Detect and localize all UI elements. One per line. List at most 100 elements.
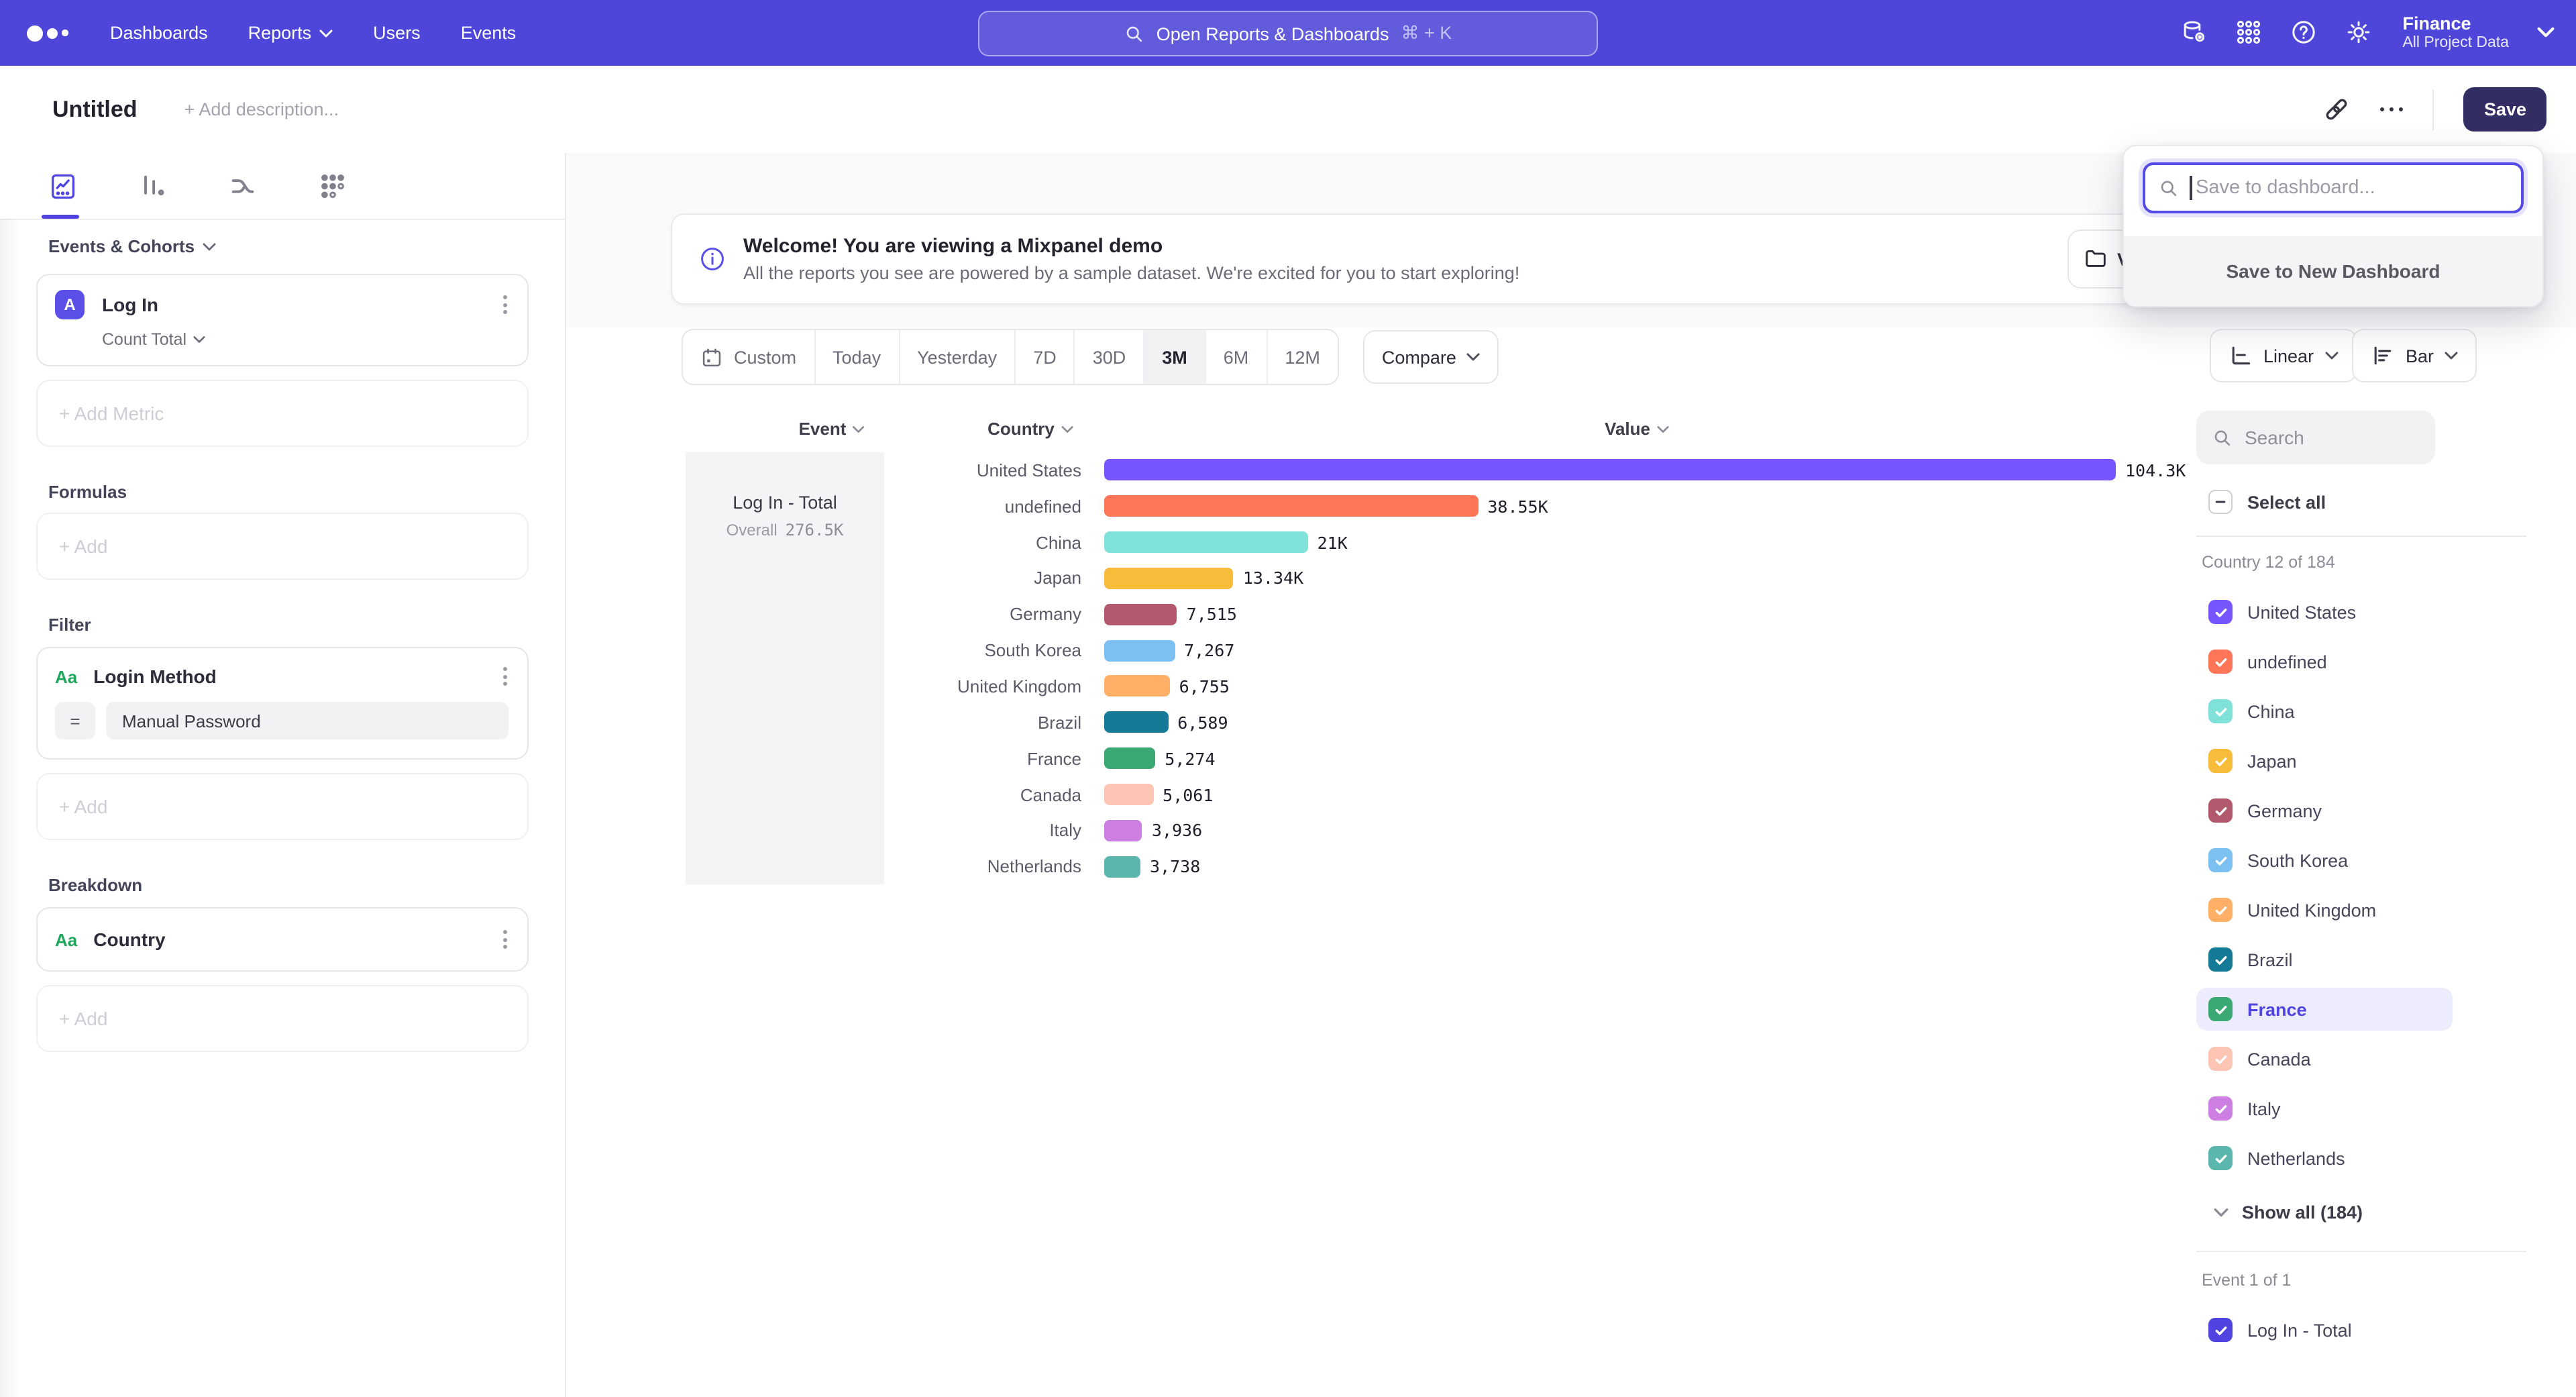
events-cohorts-heading[interactable]: Events & Cohorts	[48, 236, 565, 256]
legend-item-france[interactable]: France	[2196, 988, 2453, 1031]
breakdown-card[interactable]: Aa Country	[36, 907, 529, 972]
add-description[interactable]: + Add description...	[184, 99, 339, 119]
filter-value[interactable]: Manual Password	[106, 702, 508, 739]
date-range-6m[interactable]: 6M	[1206, 330, 1268, 384]
nav-reports[interactable]: Reports	[248, 23, 333, 43]
settings-gear-icon[interactable]	[2345, 19, 2371, 46]
series-checkbox[interactable]	[2208, 749, 2233, 773]
legend-item-undefined[interactable]: undefined	[2196, 640, 2453, 683]
legend-item-germany[interactable]: Germany	[2196, 789, 2453, 832]
date-range-custom[interactable]: Custom	[683, 330, 815, 384]
legend-item-netherlands[interactable]: Netherlands	[2196, 1137, 2453, 1180]
legend-item-log-in-total[interactable]: Log In - Total	[2196, 1308, 2453, 1351]
save-to-new-dashboard-button[interactable]: Save to New Dashboard	[2124, 236, 2542, 306]
bar-united-states[interactable]	[1104, 460, 2116, 481]
help-icon[interactable]	[2290, 19, 2316, 46]
legend-item-brazil[interactable]: Brazil	[2196, 938, 2453, 981]
copy-link-icon[interactable]	[2322, 95, 2351, 123]
bar-france[interactable]	[1104, 747, 1155, 769]
series-checkbox[interactable]	[2208, 848, 2233, 872]
legend-item-label: China	[2247, 701, 2295, 721]
date-range-30d[interactable]: 30D	[1075, 330, 1145, 384]
chart-type-button[interactable]: Bar	[2352, 329, 2477, 382]
bar-canada[interactable]	[1104, 784, 1153, 805]
nav-events[interactable]: Events	[461, 23, 517, 43]
chart-bar-row: Germany 7,515	[885, 597, 2361, 633]
add-metric-button[interactable]: + Add Metric	[36, 380, 529, 447]
bar-netherlands[interactable]	[1104, 856, 1140, 877]
tab-retention-icon[interactable]	[318, 171, 347, 201]
filter-property-name[interactable]: Login Method	[93, 666, 217, 687]
series-checkbox[interactable]	[2208, 1146, 2233, 1170]
breakdown-kebab-icon[interactable]	[500, 927, 510, 951]
column-header-event[interactable]: Event	[799, 419, 865, 439]
series-checkbox[interactable]	[2208, 1047, 2233, 1071]
report-title[interactable]: Untitled	[52, 96, 138, 123]
apps-grid-icon[interactable]	[2235, 19, 2261, 46]
metric-kebab-icon[interactable]	[500, 293, 510, 317]
tab-flows-icon[interactable]	[228, 171, 258, 201]
legend-search-input[interactable]: Search	[2196, 411, 2435, 464]
legend-item-united-kingdom[interactable]: United Kingdom	[2196, 888, 2453, 931]
legend-item-south-korea[interactable]: South Korea	[2196, 839, 2453, 882]
nav-users[interactable]: Users	[373, 23, 421, 43]
date-range-today[interactable]: Today	[815, 330, 900, 384]
check-icon	[2213, 605, 2228, 619]
filter-kebab-icon[interactable]	[500, 664, 510, 688]
breakdown-property-name[interactable]: Country	[93, 929, 165, 950]
filter-card[interactable]: Aa Login Method = Manual Password	[36, 647, 529, 760]
value-scale-button[interactable]: Linear	[2210, 329, 2357, 382]
bar-germany[interactable]	[1104, 604, 1177, 625]
legend-item-china[interactable]: China	[2196, 690, 2453, 733]
legend-item-canada[interactable]: Canada	[2196, 1037, 2453, 1080]
add-formula-button[interactable]: + Add	[36, 513, 529, 580]
series-checkbox[interactable]	[2208, 798, 2233, 823]
series-checkbox[interactable]	[2208, 650, 2233, 674]
date-range-yesterday[interactable]: Yesterday	[900, 330, 1016, 384]
date-range-12m[interactable]: 12M	[1267, 330, 1338, 384]
bar-japan[interactable]	[1104, 568, 1234, 589]
column-header-country[interactable]: Country	[987, 419, 1073, 439]
check-icon	[2213, 754, 2228, 768]
bar-undefined[interactable]	[1104, 496, 1478, 517]
compare-button[interactable]: Compare	[1363, 330, 1499, 384]
add-filter-button[interactable]: + Add	[36, 773, 529, 840]
select-all-checkbox[interactable]	[2208, 490, 2233, 514]
project-chevron-down-icon[interactable]	[2537, 28, 2555, 38]
bar-united-kingdom[interactable]	[1104, 676, 1170, 697]
series-checkbox[interactable]	[2208, 600, 2233, 624]
metric-card[interactable]: A Log In Count Total	[36, 274, 529, 366]
more-options-icon[interactable]	[2380, 107, 2404, 112]
tab-insights-icon[interactable]	[48, 171, 78, 201]
save-dashboard-search-input[interactable]: Save to dashboard...	[2143, 162, 2524, 213]
save-button[interactable]: Save	[2464, 87, 2546, 132]
tab-funnels-icon[interactable]	[138, 171, 168, 201]
add-breakdown-button[interactable]: + Add	[36, 985, 529, 1052]
show-all-button[interactable]: Show all (184)	[2196, 1190, 2576, 1233]
legend-item-italy[interactable]: Italy	[2196, 1087, 2453, 1130]
date-range-3m[interactable]: 3M	[1144, 330, 1206, 384]
legend-item-japan[interactable]: Japan	[2196, 739, 2453, 782]
series-checkbox[interactable]	[2208, 997, 2233, 1021]
series-checkbox[interactable]	[2208, 1096, 2233, 1121]
global-search[interactable]: Open Reports & Dashboards ⌘ + K	[978, 11, 1598, 56]
series-checkbox[interactable]	[2208, 1318, 2233, 1342]
nav-dashboards[interactable]: Dashboards	[110, 23, 208, 43]
metric-event-name[interactable]: Log In	[102, 294, 158, 315]
series-checkbox[interactable]	[2208, 898, 2233, 922]
bar-south-korea[interactable]	[1104, 639, 1175, 661]
bar-china[interactable]	[1104, 531, 1308, 553]
bar-brazil[interactable]	[1104, 712, 1168, 733]
series-checkbox[interactable]	[2208, 699, 2233, 723]
metric-aggregation[interactable]: Count Total	[102, 330, 510, 349]
mixpanel-logo-icon[interactable]	[27, 25, 72, 41]
select-all-row[interactable]: Select all	[2196, 480, 2453, 523]
legend-item-united-states[interactable]: United States	[2196, 590, 2453, 633]
project-selector[interactable]: Finance All Project Data	[2402, 13, 2509, 52]
data-management-icon[interactable]	[2180, 19, 2206, 46]
date-range-7d[interactable]: 7D	[1016, 330, 1075, 384]
series-checkbox[interactable]	[2208, 947, 2233, 972]
bar-italy[interactable]	[1104, 820, 1142, 841]
column-header-value[interactable]: Value	[1605, 419, 1669, 439]
filter-operator[interactable]: =	[55, 702, 95, 739]
